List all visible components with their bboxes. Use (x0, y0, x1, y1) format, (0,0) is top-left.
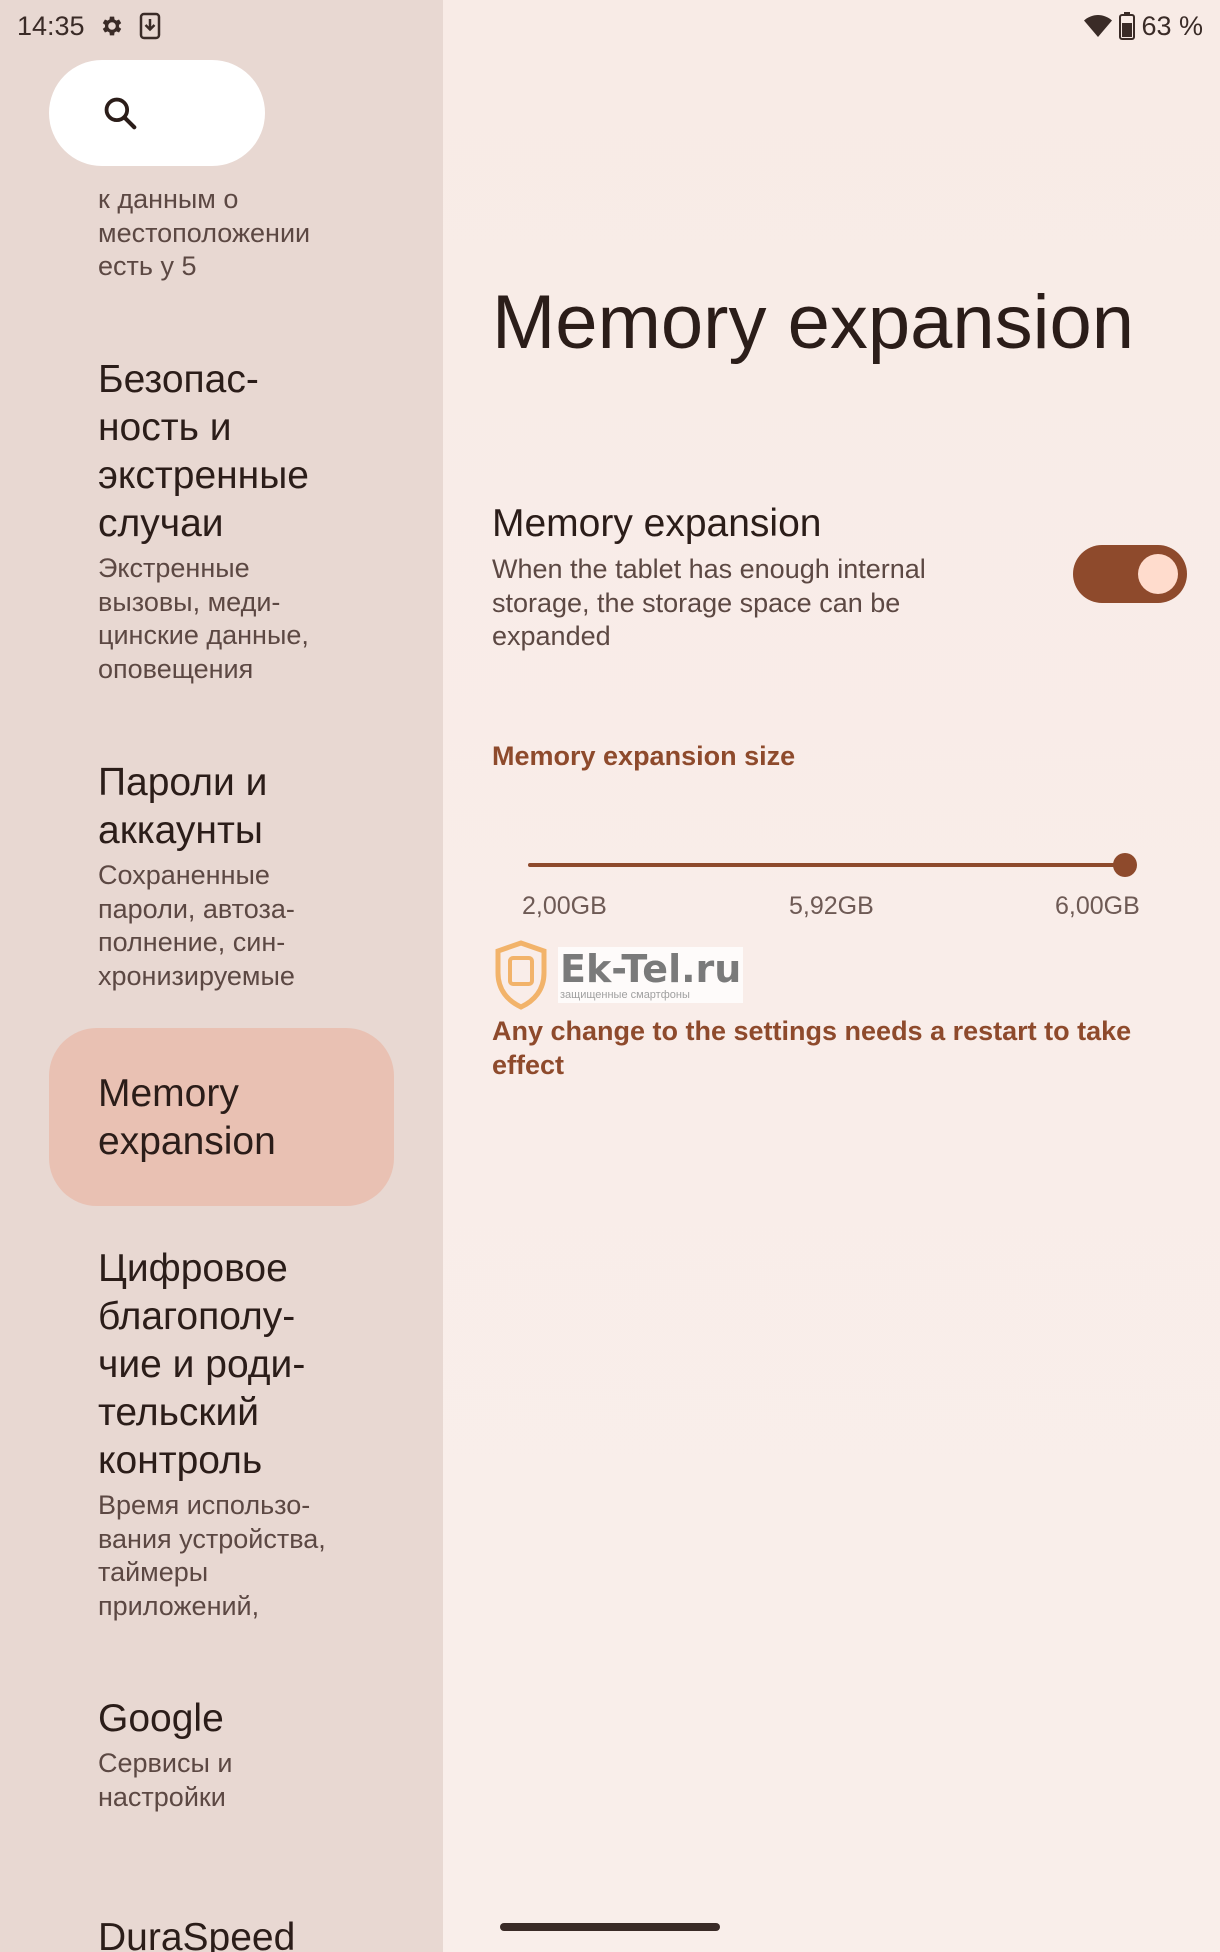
sidebar-item-google[interactable]: Google Сервисы и настройки (98, 1695, 398, 1814)
sidebar-item-digital-wellbeing[interactable]: Цифровое благополу- чие и роди- тельский… (98, 1245, 398, 1623)
toggle-thumb (1138, 554, 1178, 594)
wifi-icon (1084, 15, 1113, 37)
sidebar-item-subtitle: Экстренные вызовы, меди- цинские данные,… (98, 553, 309, 684)
status-bar-left: 14:35 (17, 8, 161, 44)
sidebar-item-safety[interactable]: Безопас- ность и экстренные случаи Экстр… (98, 356, 398, 686)
memory-expansion-switch-title[interactable]: Memory expansion (492, 499, 821, 549)
sidebar-item-subtitle: Сохраненные пароли, автоза- полнение, си… (98, 860, 295, 991)
sidebar-item-subtitle: Время использо- вания устройства, таймер… (98, 1490, 326, 1621)
slider-label-max: 6,00GB (1055, 892, 1140, 920)
expansion-size-slider-thumb[interactable] (1113, 853, 1137, 877)
sidebar-item-duraspeed[interactable]: DuraSpeed (98, 1914, 398, 1952)
watermark-title: Ek-Tel.ru (560, 947, 742, 991)
slider-label-min: 2,00GB (522, 892, 607, 920)
sidebar-item-passwords[interactable]: Пароли и аккаунты Сохраненные пароли, ав… (98, 759, 398, 993)
section-header-expansion-size: Memory expansion size (492, 741, 796, 771)
sidebar-item-subtitle: Сервисы и настройки (98, 1748, 233, 1812)
sidebar-item-memory-expansion-label: Memory expansion (98, 1070, 398, 1166)
clock: 14:35 (17, 10, 85, 41)
sidebar-item-title: DuraSpeed (98, 1916, 296, 1952)
page-title: Memory expansion (492, 280, 1135, 365)
settings-sidebar: 14:35 к данным о местоположении есть у 5… (0, 0, 443, 1952)
sidebar-item-title: Google (98, 1697, 224, 1740)
shield-logo-icon (495, 940, 547, 1010)
memory-expansion-toggle[interactable] (1073, 545, 1187, 603)
sidebar-item-subtitle: к данным о местоположении есть у 5 (98, 184, 311, 281)
sidebar-item-title: Цифровое благополу- чие и роди- тельский… (98, 1247, 306, 1482)
status-bar-right: 63 % (1083, 8, 1203, 44)
sidebar-item-location[interactable]: к данным о местоположении есть у 5 (98, 183, 398, 284)
gear-icon (102, 16, 121, 36)
detail-pane: 63 % Memory expansion Memory expansion W… (443, 0, 1220, 1952)
expansion-size-slider-track[interactable] (528, 863, 1126, 867)
memory-expansion-switch-summary: When the tablet has enough internal stor… (492, 554, 926, 651)
battery-percent: 63 % (1141, 10, 1203, 41)
battery-icon (1119, 12, 1136, 40)
search-icon (104, 97, 137, 130)
watermark-text: Ek-Tel.ru защищенные смартфоны (558, 947, 744, 1003)
sidebar-item-title: Пароли и аккаунты (98, 761, 268, 852)
search-button[interactable] (49, 60, 265, 166)
watermark: Ek-Tel.ru защищенные смартфоны (494, 940, 744, 1010)
sidebar-item-title: Безопас- ность и экстренные случаи (98, 358, 309, 545)
gesture-nav-handle[interactable] (500, 1923, 720, 1931)
sidebar-item-title: Memory expansion (98, 1072, 276, 1163)
restart-note: Any change to the settings needs a resta… (492, 1016, 1132, 1080)
download-icon (139, 12, 160, 40)
slider-label-mid: 5,92GB (789, 892, 874, 920)
